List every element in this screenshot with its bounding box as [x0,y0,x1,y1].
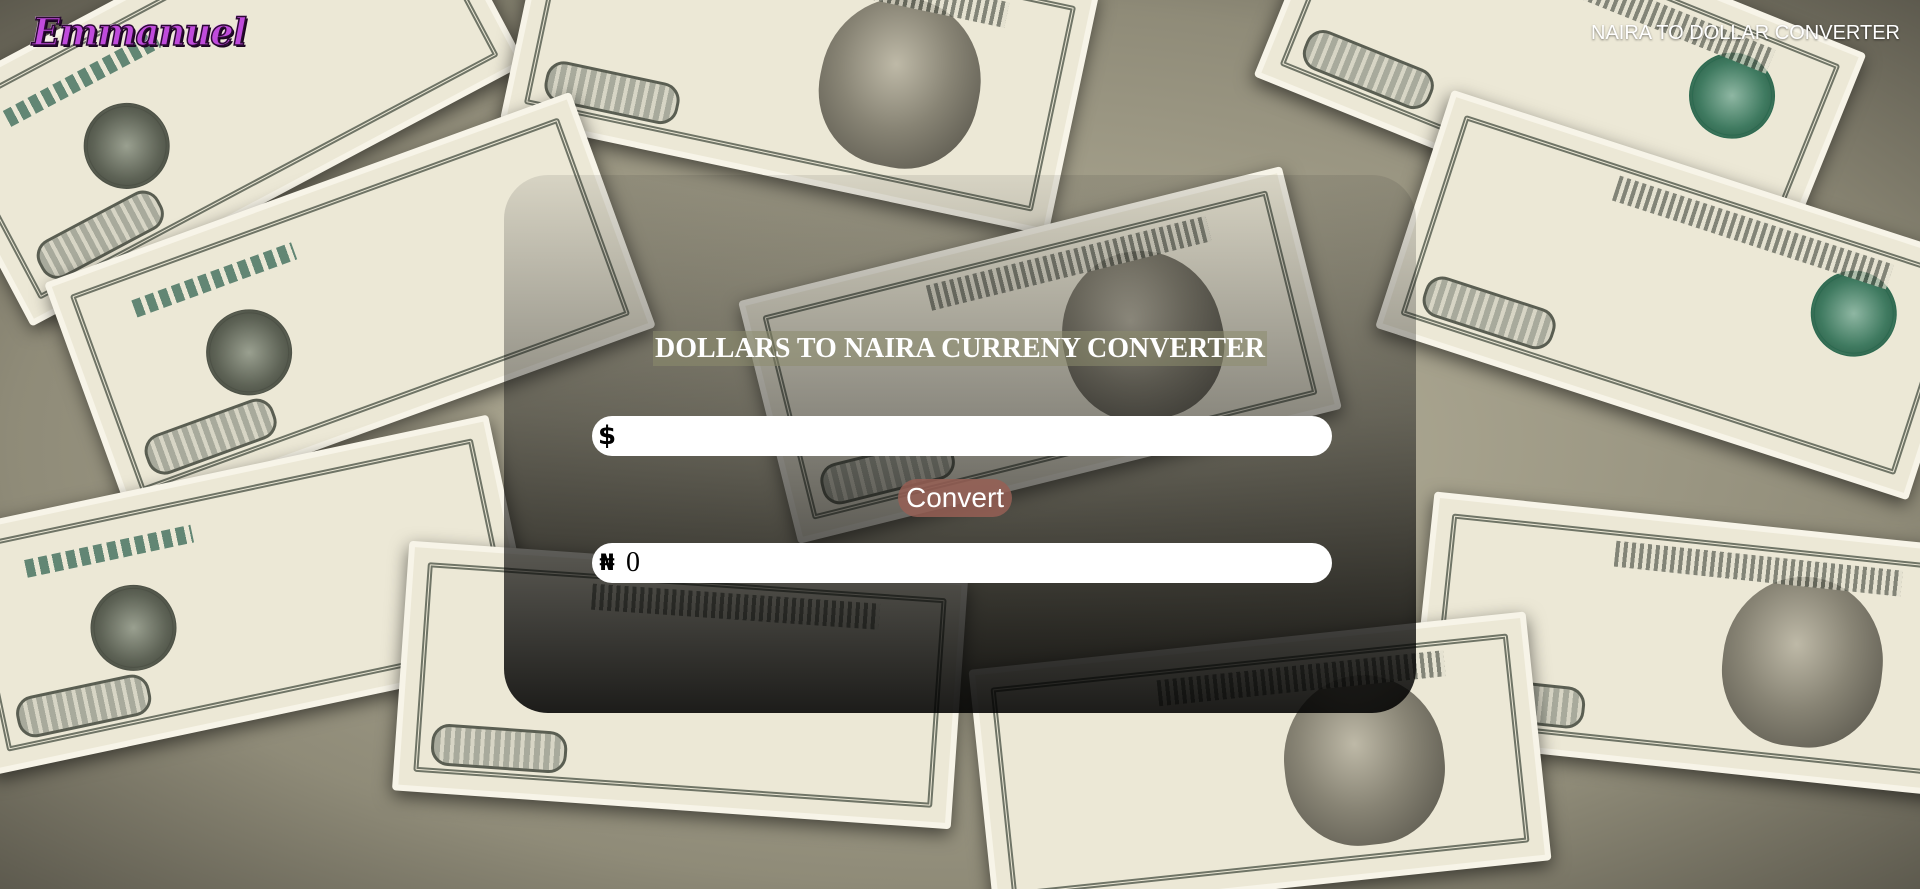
converter-title: DOLLARS TO NAIRA CURRENY CONVERTER [653,331,1267,366]
naira-sign-icon: ₦ [599,550,615,576]
converter-title-wrap: DOLLARS TO NAIRA CURRENY CONVERTER [504,331,1416,366]
dollar-input-field[interactable]: $ [592,416,1332,456]
dollar-amount-input[interactable] [618,417,1332,455]
nav-title: NAIRA TO DOLLAR CONVERTER [1591,22,1900,44]
naira-output-field: ₦ 0 [592,543,1332,583]
site-logo[interactable]: Emmanuel [31,9,247,55]
naira-result-value: 0 [626,547,640,578]
converter-card: DOLLARS TO NAIRA CURRENY CONVERTER $ Con… [504,175,1416,713]
dollar-sign-icon: $ [597,421,617,451]
convert-button[interactable]: Convert [898,479,1013,517]
